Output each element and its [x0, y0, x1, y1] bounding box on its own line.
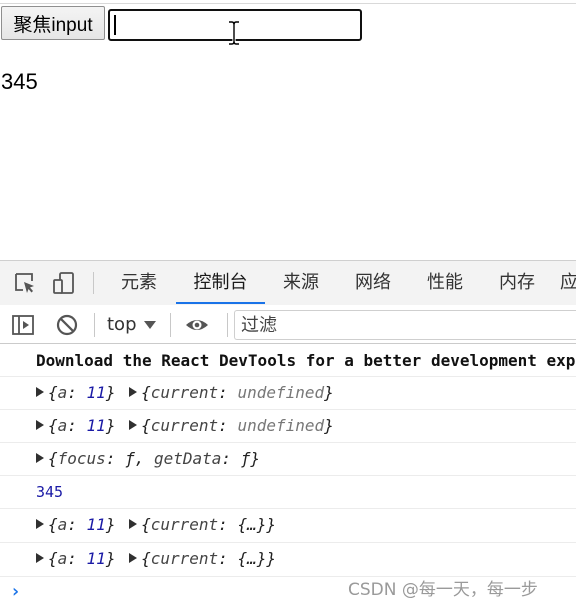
displayed-value: 345 — [1, 69, 38, 94]
console-text: Download the React DevTools for a better… — [36, 351, 576, 370]
top-border — [0, 3, 576, 4]
console-message[interactable]: {a: 11} {current: undefined} — [0, 409, 576, 443]
console-objects: {a: 11} {current: undefined} — [36, 383, 334, 402]
console-objects: {a: 11} {current: {…}} — [36, 549, 276, 568]
toolbar-separator — [227, 313, 228, 337]
toolbar-separator — [93, 272, 94, 294]
console-prompt-icon[interactable]: › — [10, 581, 21, 602]
filter-input[interactable] — [234, 310, 576, 340]
console-message: Download the React DevTools for a better… — [0, 344, 576, 377]
expand-triangle-icon[interactable] — [129, 387, 138, 397]
ibeam-cursor-icon — [229, 20, 239, 46]
toolbar-separator — [170, 313, 171, 337]
eye-icon[interactable] — [185, 313, 209, 337]
chevron-down-icon[interactable] — [144, 321, 156, 329]
expand-triangle-icon[interactable] — [36, 387, 44, 397]
expand-triangle-icon[interactable] — [36, 519, 44, 529]
expand-triangle-icon[interactable] — [129, 553, 138, 563]
inspect-icon[interactable] — [13, 271, 37, 295]
device-toggle-icon[interactable] — [52, 271, 76, 295]
tab-network[interactable]: 网络 — [337, 261, 409, 304]
console-output: Download the React DevTools for a better… — [0, 344, 576, 609]
tab-performance[interactable]: 性能 — [409, 261, 481, 304]
devtools-tabbar: 元素 控制台 来源 网络 性能 内存 应 — [0, 261, 576, 306]
watermark: CSDN @每一天，每一步 — [348, 580, 538, 600]
focus-input-button[interactable]: 聚焦input — [1, 6, 105, 40]
console-objects: {a: 11} {current: undefined} — [36, 416, 334, 435]
console-message[interactable]: {a: 11} {current: {…}} — [0, 542, 576, 577]
console-message[interactable]: {focus: ƒ, getData: ƒ} — [0, 442, 576, 476]
console-number: 345 — [36, 483, 64, 501]
tab-application[interactable]: 应 — [560, 261, 576, 304]
tab-memory[interactable]: 内存 — [481, 261, 553, 304]
console-objects: {focus: ƒ, getData: ƒ} — [36, 449, 260, 468]
console-toolbar: top — [0, 305, 576, 344]
expand-triangle-icon[interactable] — [129, 420, 138, 430]
console-message[interactable]: {a: 11} {current: {…}} — [0, 508, 576, 543]
text-caret — [114, 15, 116, 35]
active-tab-indicator — [176, 302, 265, 304]
context-selector[interactable]: top — [107, 313, 137, 337]
expand-triangle-icon[interactable] — [36, 553, 44, 563]
clear-console-icon[interactable] — [55, 313, 79, 337]
sidebar-toggle-icon[interactable] — [11, 313, 35, 337]
toolbar-separator — [94, 313, 95, 337]
tab-console[interactable]: 控制台 — [176, 261, 265, 304]
expand-triangle-icon[interactable] — [36, 453, 44, 463]
expand-triangle-icon[interactable] — [129, 519, 138, 529]
tab-sources[interactable]: 来源 — [265, 261, 337, 304]
expand-triangle-icon[interactable] — [36, 420, 44, 430]
console-message: 345 — [0, 475, 576, 509]
tab-elements[interactable]: 元素 — [105, 261, 173, 304]
console-objects: {a: 11} {current: {…}} — [36, 515, 276, 534]
devtools-panel: 元素 控制台 来源 网络 性能 内存 应 top D — [0, 260, 576, 609]
console-message[interactable]: {a: 11} {current: undefined} — [0, 376, 576, 410]
